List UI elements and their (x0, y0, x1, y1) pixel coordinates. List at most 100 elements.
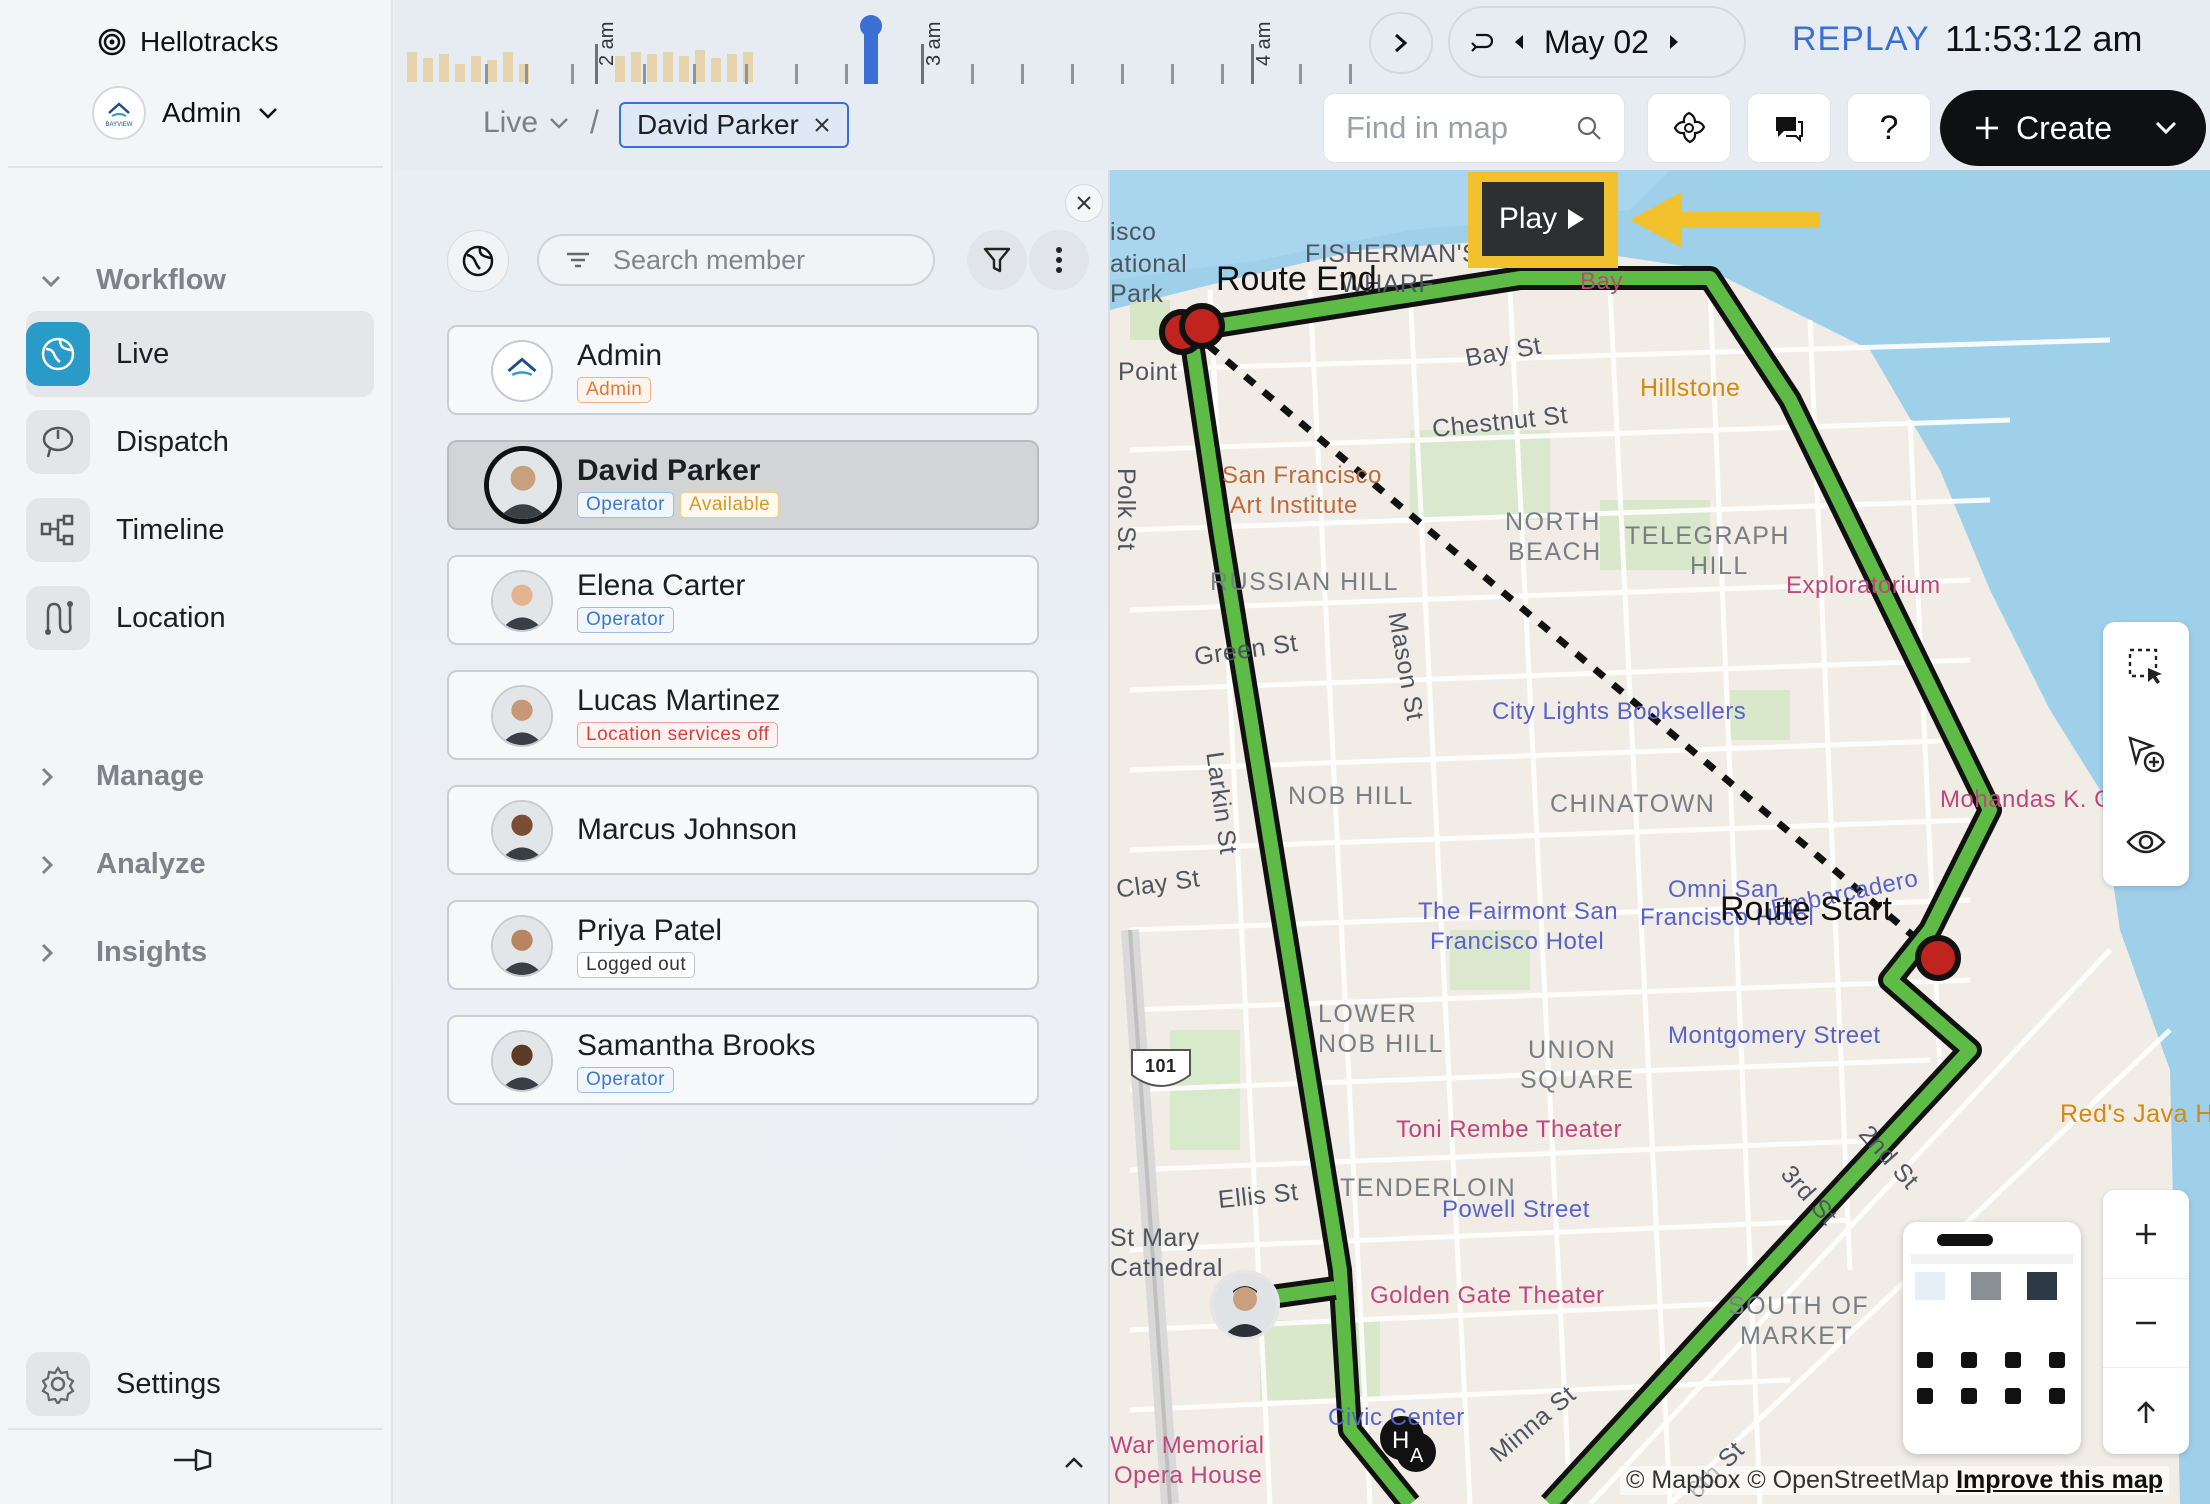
replay-clock: 11:53:12 am (1945, 18, 2143, 59)
reset-north-button[interactable] (2103, 1368, 2189, 1456)
member-card[interactable]: Admin Admin (447, 325, 1039, 415)
messages-button[interactable] (1747, 93, 1831, 163)
route-start-label: Route Start (1720, 890, 1892, 928)
attribution-osm[interactable]: © OpenStreetMap (1747, 1466, 1949, 1494)
member-name: Elena Carter (577, 569, 746, 602)
map-label: City Lights Booksellers (1492, 698, 1747, 725)
add-waypoint-button[interactable] (2103, 710, 2189, 798)
sidebar-item-location[interactable]: Location (26, 575, 374, 661)
gear-icon (26, 1352, 90, 1416)
map-layers-panel[interactable] (1903, 1222, 2081, 1454)
attribution-mapbox[interactable]: © Mapbox (1626, 1466, 1740, 1494)
visibility-button[interactable] (2103, 798, 2189, 886)
status-badge: Operator (577, 1067, 674, 1093)
sidebar-item-settings[interactable]: Settings (26, 1352, 221, 1416)
tick-label: 4 am (1253, 21, 1275, 66)
status-badge: Logged out (577, 952, 696, 978)
svg-text:BAYVIEW: BAYVIEW (106, 122, 133, 128)
zoom-out-button[interactable] (2103, 1279, 2189, 1368)
improve-map-link[interactable]: Improve this map (1956, 1466, 2163, 1494)
member-card[interactable]: Samantha Brooks Operator (447, 1015, 1039, 1105)
breadcrumb-live[interactable]: Live (483, 106, 570, 140)
tick-label: 3 am (923, 21, 945, 66)
map-view[interactable]: H A FISHERMAN'S WHARF Bay isco ational P… (1110, 170, 2210, 1504)
replay-mode-label[interactable]: REPLAY (1792, 20, 1930, 59)
close-icon[interactable] (813, 116, 831, 134)
activity-bar (407, 52, 417, 82)
map-style-button[interactable] (447, 230, 509, 292)
ai-assistant-button[interactable] (1647, 93, 1731, 163)
time-tick (1349, 64, 1352, 84)
map-label: Exploratorium (1786, 572, 1941, 599)
hellotracks-logo-icon (98, 28, 126, 56)
prev-day-icon[interactable] (1512, 33, 1526, 51)
section-manage[interactable]: Manage (40, 760, 204, 793)
section-workflow[interactable]: Workflow (40, 264, 226, 297)
timeline-next-button[interactable] (1369, 12, 1433, 74)
rewind-icon[interactable] (1468, 29, 1494, 55)
play-highlight: Play (1468, 172, 1618, 268)
find-in-map-input[interactable]: Find in map (1323, 93, 1625, 163)
member-badges: Operator (577, 607, 674, 633)
member-card[interactable]: Elena Carter Operator (447, 555, 1039, 645)
help-button[interactable]: ? (1847, 93, 1931, 163)
member-card[interactable]: Lucas Martinez Location services off (447, 670, 1039, 760)
sidebar-item-dispatch[interactable]: Dispatch (26, 399, 374, 485)
section-insights[interactable]: Insights (40, 936, 207, 969)
sidebar-item-timeline[interactable]: Timeline (26, 487, 374, 573)
member-card[interactable]: Priya Patel Logged out (447, 900, 1039, 990)
member-card[interactable]: David Parker Operator Available (447, 440, 1039, 530)
select-area-button[interactable] (2103, 622, 2189, 710)
dispatch-icon (26, 410, 90, 474)
zoom-controls (2103, 1190, 2189, 1454)
zoom-in-button[interactable] (2103, 1190, 2189, 1279)
member-name: Priya Patel (577, 914, 723, 947)
map-label: Toni Rembe Theater (1396, 1116, 1623, 1143)
sidebar-item-live[interactable]: Live (26, 311, 374, 397)
more-options-button[interactable] (1029, 230, 1089, 290)
panel-close-button[interactable] (1065, 184, 1103, 222)
map-label: Cathedral (1110, 1254, 1223, 1282)
activity-bar (487, 60, 497, 82)
filter-button[interactable] (967, 230, 1027, 290)
chevron-up-icon[interactable] (1063, 1456, 1085, 1470)
activity-bar (631, 52, 641, 82)
map-label: San Francisco (1222, 462, 1382, 489)
breadcrumb-chip[interactable]: David Parker (619, 102, 849, 148)
map-label: MARKET (1740, 1322, 1854, 1350)
select-area-icon (2128, 648, 2162, 684)
timeline-bar[interactable]: 2 am 3 am 4 am May 02 REPLAY 11:53:12 am (395, 0, 2210, 87)
section-analyze[interactable]: Analyze (40, 848, 206, 881)
map-label: ational (1110, 250, 1188, 278)
time-tick (525, 64, 528, 84)
time-tick (1121, 64, 1124, 84)
person-avatar-icon (1213, 1273, 1277, 1337)
map-label: Hillstone (1640, 374, 1741, 402)
map-label: The Fairmont San (1418, 898, 1619, 925)
brand[interactable]: Hellotracks (98, 26, 278, 58)
play-button[interactable]: Play (1482, 182, 1604, 256)
pin-sidebar-icon[interactable] (170, 1444, 216, 1476)
member-name: Marcus Johnson (577, 813, 798, 846)
account-switcher[interactable]: BAYVIEW Admin (92, 86, 279, 140)
breadcrumb-chip-label: David Parker (637, 109, 799, 140)
bayview-logo-icon: BAYVIEW (106, 102, 133, 128)
next-day-icon[interactable] (1667, 33, 1681, 51)
map-label: Francisco Hotel (1430, 928, 1605, 955)
chevron-down-icon (41, 275, 61, 287)
member-card[interactable]: Marcus Johnson (447, 785, 1039, 875)
create-button[interactable]: Create (1940, 90, 2206, 166)
member-location-marker[interactable] (1210, 1270, 1280, 1340)
brand-name: Hellotracks (140, 26, 279, 57)
chevron-down-icon[interactable] (2154, 120, 2178, 136)
search-member-input[interactable]: Search member (537, 234, 935, 286)
member-avatar (484, 446, 562, 524)
activity-bar (679, 56, 689, 82)
person-avatar-icon (493, 802, 551, 860)
date-selector[interactable]: May 02 (1448, 6, 1746, 78)
time-cursor-knob[interactable] (860, 15, 882, 37)
sidebar-item-label: Timeline (116, 513, 225, 546)
map-label: Bay (1580, 268, 1623, 295)
sidebar-item-label: Dispatch (116, 425, 229, 458)
account-name: Admin (162, 97, 242, 128)
